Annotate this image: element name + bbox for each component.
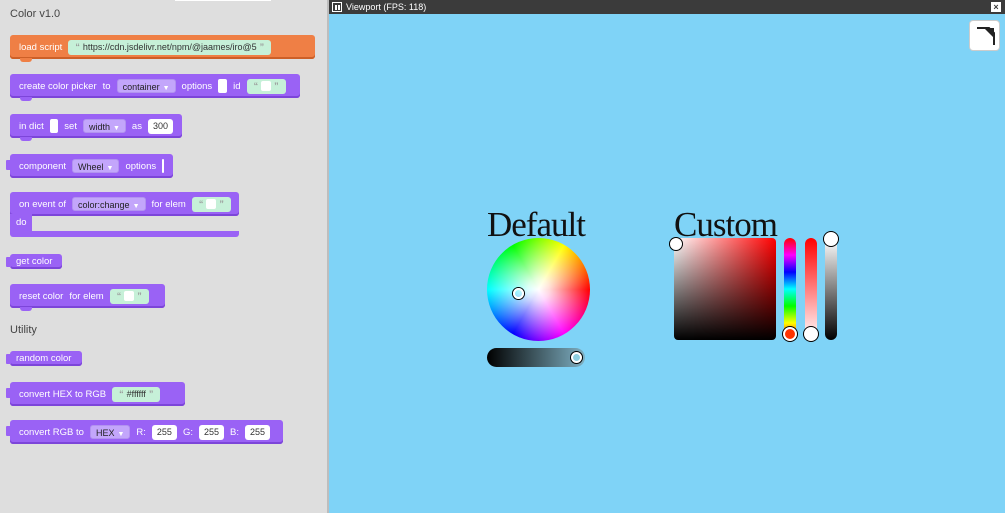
wheel-handle[interactable]	[513, 288, 524, 299]
in-dict-block[interactable]: in dict set width ▼ as 300	[10, 114, 182, 141]
width-value-input[interactable]: 300	[147, 118, 173, 134]
reset-color-block[interactable]: reset color for elem “”	[10, 284, 165, 311]
dropdown-caret-icon: ▼	[162, 85, 170, 92]
options-label: options	[181, 80, 213, 92]
do-statement-slot[interactable]	[34, 216, 234, 229]
random-color-label: random color	[16, 353, 72, 364]
pause-icon[interactable]	[332, 2, 342, 12]
url-string-input[interactable]: “ https://cdn.jsdelivr.net/npm/@jaames/i…	[68, 39, 272, 55]
viewport-title: Viewport (FPS: 118)	[346, 2, 427, 12]
reset-for-elem-label: for elem	[69, 290, 104, 302]
dict-slot[interactable]	[49, 119, 59, 133]
get-color-block[interactable]: get color	[6, 254, 62, 269]
r-label: R:	[136, 426, 146, 438]
do-label: do	[16, 217, 27, 228]
load-script-block[interactable]: load script “ https://cdn.jsdelivr.net/n…	[10, 35, 315, 62]
for-elem-label: for elem	[151, 198, 186, 210]
close-icon[interactable]: ×	[991, 2, 1001, 12]
color-wheel[interactable]	[487, 238, 590, 341]
utility-title: Utility	[10, 324, 37, 336]
load-script-label: load script	[19, 41, 63, 53]
hex-to-rgb-block[interactable]: convert HEX to RGB “#ffffff”	[6, 382, 185, 406]
get-color-label: get color	[16, 256, 53, 267]
viewport-titlebar: Viewport (FPS: 118) ×	[329, 0, 1005, 14]
event-dropdown[interactable]: color:change ▼	[72, 197, 146, 211]
on-event-block[interactable]: on event of color:change ▼ for elem “”	[10, 192, 239, 216]
r-value-input[interactable]: 255	[151, 424, 177, 440]
reset-color-label: reset color	[19, 290, 64, 302]
create-picker-label: create color picker	[19, 80, 97, 92]
id-string-input[interactable]: “”	[246, 78, 286, 94]
component-options-slot[interactable]	[162, 159, 164, 173]
component-options-label: options	[125, 160, 157, 172]
dropdown-caret-icon: ▼	[132, 203, 140, 210]
hex-string-input[interactable]: “#ffffff”	[112, 386, 161, 402]
dropdown-caret-icon: ▼	[106, 165, 114, 172]
b-value-input[interactable]: 255	[244, 424, 271, 440]
set-label: set	[64, 120, 77, 132]
hex-value: #ffffff	[126, 388, 146, 399]
format-dropdown[interactable]: HEX ▼	[89, 425, 131, 439]
options-slot[interactable]	[218, 79, 228, 93]
as-label: as	[131, 120, 142, 132]
value-slider-vertical[interactable]	[824, 232, 838, 340]
expand-button[interactable]	[969, 20, 1000, 51]
on-event-label: on event of	[19, 198, 67, 210]
dropdown-caret-icon: ▼	[112, 125, 120, 132]
id-label: id	[233, 80, 241, 92]
random-color-block[interactable]: random color	[6, 351, 82, 366]
component-type-dropdown[interactable]: Wheel ▼	[72, 159, 120, 173]
reset-elem-string-input[interactable]: “”	[109, 288, 149, 304]
value-slider-handle[interactable]	[571, 352, 582, 363]
key-dropdown[interactable]: width ▼	[82, 119, 126, 133]
dropdown-caret-icon: ▼	[117, 431, 125, 438]
saturation-slider-handle[interactable]	[804, 327, 818, 341]
value-slider-vertical-handle[interactable]	[824, 232, 838, 246]
block-palette: Color v1.0 load script “ https://cdn.jsd…	[0, 0, 327, 513]
b-label: B:	[230, 426, 239, 438]
g-label: G:	[182, 426, 193, 438]
rgb-to-block[interactable]: convert RGB to HEX ▼ R: 255 G: 255 B: 255	[6, 420, 283, 444]
hue-slider[interactable]	[783, 238, 797, 341]
viewport: Viewport (FPS: 118) × Default Custom	[329, 0, 1005, 513]
palette-top-divider	[175, 0, 271, 1]
url-value: https://cdn.jsdelivr.net/npm/@jaames/iro…	[82, 41, 257, 52]
expand-icon	[977, 27, 995, 45]
rgb-to-label: convert RGB to	[19, 426, 84, 438]
on-event-do-arm: do	[10, 214, 32, 231]
on-event-block-footer	[10, 231, 239, 237]
g-value-input[interactable]: 255	[198, 424, 224, 440]
component-label: component	[19, 160, 67, 172]
container-dropdown[interactable]: container ▼	[116, 79, 176, 93]
app-root: Color v1.0 load script “ https://cdn.jsd…	[0, 0, 1005, 513]
saturation-value-handle[interactable]	[670, 238, 682, 250]
saturation-slider[interactable]	[804, 238, 818, 341]
saturation-value-box[interactable]	[670, 238, 776, 340]
component-block[interactable]: component Wheel ▼ options	[6, 154, 173, 178]
create-color-picker-block[interactable]: create color picker to container ▼ option…	[10, 74, 300, 101]
elem-string-input[interactable]: “”	[191, 196, 231, 212]
value-slider[interactable]	[487, 348, 585, 367]
hex-to-rgb-label: convert HEX to RGB	[19, 388, 107, 400]
hue-slider-handle[interactable]	[783, 327, 797, 341]
to-label: to	[102, 80, 111, 92]
in-dict-label: in dict	[19, 120, 44, 132]
category-title: Color v1.0	[10, 8, 61, 20]
